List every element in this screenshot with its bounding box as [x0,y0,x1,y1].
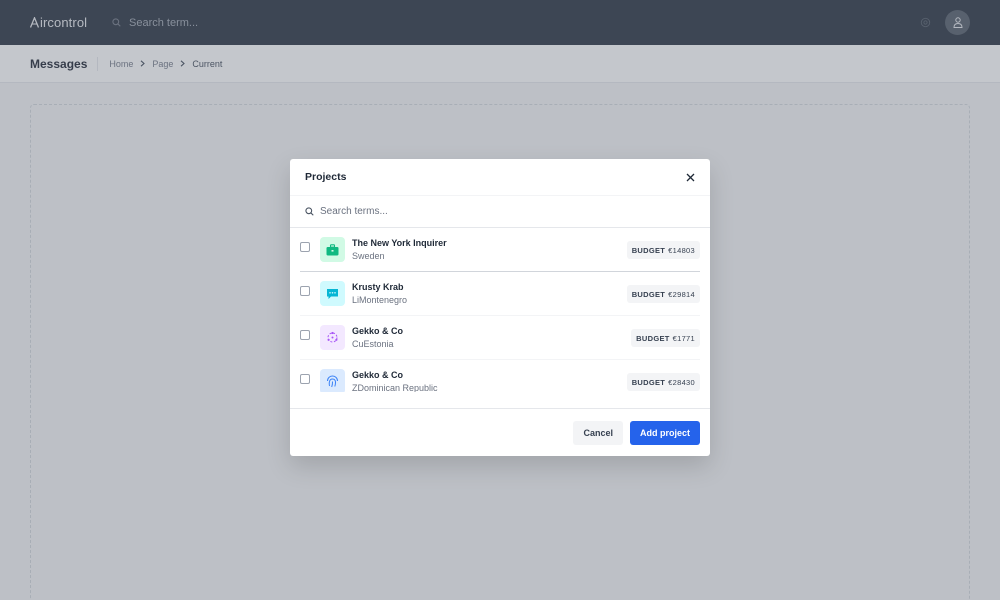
budget-badge: BUDGET €1771 [631,329,700,347]
item-icon-tile [320,237,345,262]
modal-title: Projects [305,171,347,183]
item-checkbox[interactable] [300,373,310,384]
item-name: Krusty Krab [352,281,404,292]
list-item[interactable]: Gekko & Co ZDominican Republic BUDGET €28… [300,360,700,392]
item-name: Gekko & Co [352,325,404,336]
projects-modal: Projects The New York Inquirer Sweden BU… [290,159,710,456]
budget-badge: BUDGET €28430 [626,373,700,391]
briefcase-icon [326,243,339,255]
add-project-button[interactable]: Add project [629,420,700,445]
budget-badge: BUDGET €14803 [626,241,700,259]
close-icon [686,173,694,181]
list-item[interactable]: The New York Inquirer Sweden BUDGET €1480… [300,228,700,272]
project-search-input[interactable] [320,206,680,217]
item-icon-tile [320,325,345,350]
cancel-button[interactable]: Cancel [573,420,623,445]
modal-footer: Cancel Add project [290,408,710,456]
item-checkbox[interactable] [300,329,310,340]
item-checkbox[interactable] [300,285,310,296]
item-icon-tile [320,369,345,392]
item-checkbox[interactable] [300,241,310,252]
list-item[interactable]: Gekko & Co CuEstonia BUDGET €1771 [300,316,700,360]
modal-search [290,196,710,228]
list-item[interactable]: Krusty Krab LiMontenegro BUDGET €29814 [300,272,700,316]
project-list: The New York Inquirer Sweden BUDGET €1480… [290,228,710,392]
fingerprint-icon [327,375,338,388]
budget-badge: BUDGET €29814 [626,285,700,303]
item-country: CuEstonia [352,338,394,349]
item-name: Gekko & Co [352,369,404,380]
modal-header: Projects [290,159,710,196]
item-country: LiMontenegro [352,294,408,305]
atom-icon [327,331,338,343]
search-icon [305,207,314,216]
close-button[interactable] [682,169,698,185]
chat-bubble-icon [327,288,338,299]
item-country: ZDominican Republic [352,382,438,393]
item-name: The New York Inquirer [352,237,447,248]
item-country: Sweden [352,250,385,261]
item-icon-tile [320,281,345,306]
